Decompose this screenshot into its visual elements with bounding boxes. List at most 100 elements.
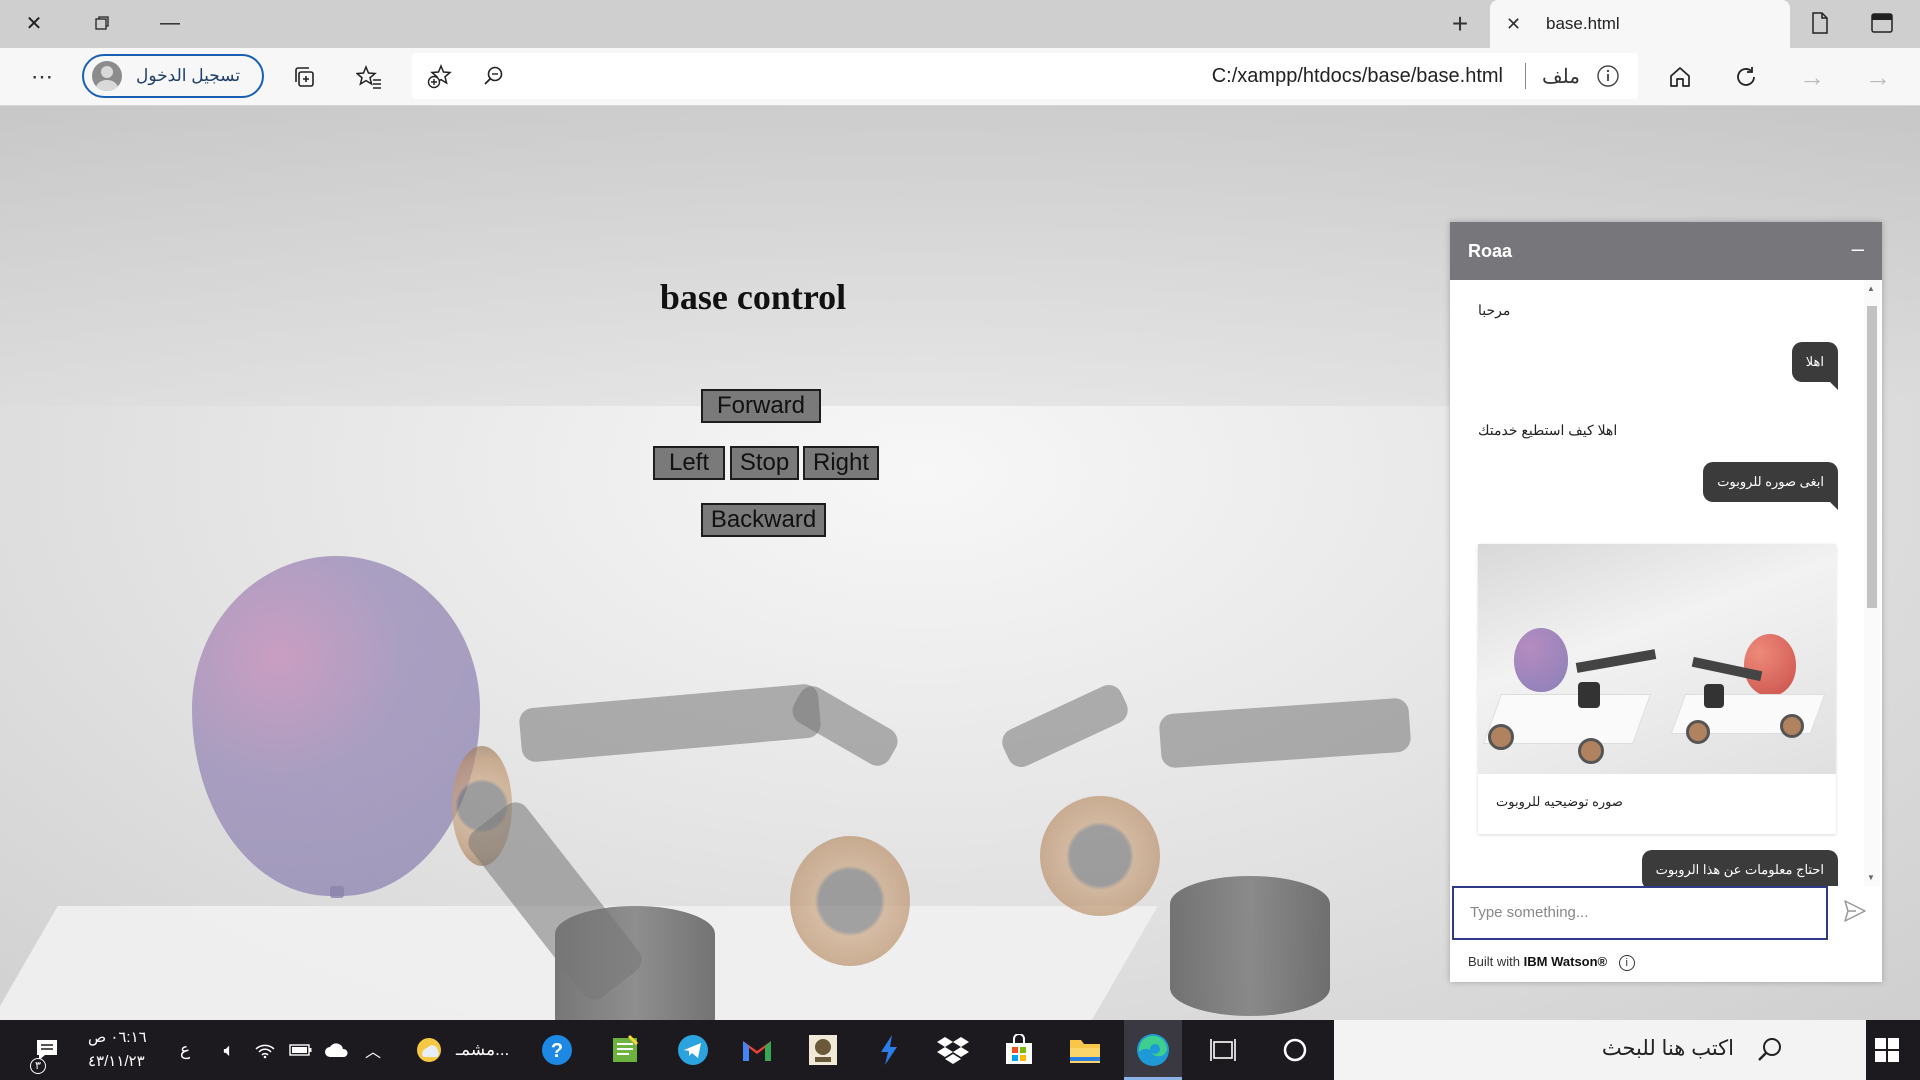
scroll-thumb[interactable] (1867, 306, 1877, 608)
help-app-icon[interactable]: ? (538, 1031, 576, 1069)
add-favorite-icon[interactable] (420, 56, 460, 96)
dropbox-icon[interactable] (934, 1031, 972, 1069)
bot-message: اهلا كيف استطيع خدمتك (1478, 422, 1618, 438)
onedrive-icon[interactable] (318, 1031, 356, 1069)
info-icon[interactable]: i (1618, 955, 1635, 971)
taskbar: ٣ ٠٦:١٦ ص ٤٣/١١/٢٣ ع 🔈︎ ︿ مشمـ... ? اكتب… (0, 1020, 1920, 1080)
url-separator (1525, 63, 1526, 89)
svg-text:?: ? (551, 1040, 563, 1062)
image-balloon-purple (1514, 628, 1568, 692)
search-icon (1756, 1036, 1784, 1069)
background-balloon (192, 556, 480, 896)
background-robot-arm (518, 683, 822, 763)
title-bar: ✕ — + ✕ base.html (0, 0, 1920, 48)
send-icon[interactable] (1842, 898, 1872, 928)
language-indicator[interactable]: ع (180, 1040, 190, 1060)
minimize-chat-icon[interactable]: – (1852, 236, 1864, 262)
image-caption: صوره توضيحيه للروبوت (1496, 794, 1623, 809)
page-title: base control (659, 277, 847, 317)
weather-label[interactable]: مشمـ... (456, 1040, 509, 1060)
tab-close-icon[interactable]: ✕ (1506, 14, 1528, 35)
cortana-icon[interactable] (1276, 1031, 1314, 1069)
tab-title: base.html (1546, 14, 1620, 33)
minimize-window-icon[interactable]: — (140, 0, 200, 46)
close-window-icon[interactable]: ✕ (4, 0, 64, 46)
chat-widget: Roaa – مرحبا اهلا اهلا كيف استطيع خدمتك … (1450, 222, 1882, 982)
user-message: ابغى صوره للروبوت (1703, 462, 1838, 510)
background-robot-arm (1158, 697, 1412, 769)
store-icon[interactable] (1000, 1031, 1038, 1069)
background-wheel (1040, 796, 1160, 916)
page-icon[interactable] (1790, 0, 1850, 46)
stop-button[interactable]: Stop (730, 446, 799, 480)
background-robot-gripper (787, 681, 903, 771)
image-balloon-red (1744, 634, 1796, 696)
gmail-icon[interactable] (738, 1031, 776, 1069)
taskbar-search[interactable]: اكتب هنا للبحث (1334, 1020, 1866, 1080)
notepad-app-icon[interactable] (606, 1031, 644, 1069)
built-with-footer: Built with IBM Watson® i (1468, 954, 1635, 971)
clock-time[interactable]: ٠٦:١٦ ص (88, 1028, 147, 1046)
windows-start-icon[interactable] (1868, 1031, 1906, 1069)
scroll-down-icon[interactable]: ▼ (1867, 873, 1875, 882)
signin-button[interactable]: تسجيل الدخول (82, 54, 264, 98)
chat-messages: مرحبا اهلا اهلا كيف استطيع خدمتك ابغى صو… (1450, 280, 1882, 886)
site-info-icon[interactable] (1588, 56, 1628, 96)
web-page: base control Forward Left Stop Right Bac… (0, 106, 1920, 1020)
image-wheel (1488, 724, 1514, 750)
zoom-icon[interactable] (474, 56, 514, 96)
user-message: احتاج معلومات عن هذا الروبوت (1641, 850, 1838, 886)
file-explorer-icon[interactable] (1066, 1031, 1104, 1069)
chevron-up-icon[interactable]: ︿ (354, 1031, 392, 1069)
built-with-label: Built with (1468, 954, 1521, 969)
robot-image-card[interactable]: صوره توضيحيه للروبوت (1478, 544, 1836, 834)
image-robot-base (1704, 684, 1724, 708)
task-view-icon[interactable] (1204, 1031, 1242, 1069)
background-balloon-knot (330, 886, 344, 898)
backward-button[interactable]: Backward (701, 503, 826, 537)
battery-icon[interactable] (282, 1031, 320, 1069)
background-robot-base (1170, 876, 1330, 1016)
url-text: C:/xampp/htdocs/base/base.html (1211, 65, 1503, 87)
image-wheel (1578, 738, 1604, 764)
left-button[interactable]: Left (653, 446, 725, 480)
url-scheme-label: ملف (1541, 66, 1580, 88)
back-arrow-icon[interactable]: → (1792, 57, 1832, 97)
wifi-icon[interactable] (246, 1031, 284, 1069)
image-wheel (1780, 714, 1804, 738)
user-message: اهلا (1791, 342, 1839, 390)
home-icon[interactable] (1660, 57, 1700, 97)
restore-window-icon[interactable] (72, 0, 132, 46)
image-wheel (1686, 720, 1710, 744)
robot-image (1478, 544, 1836, 774)
image-robot-base (1578, 682, 1600, 708)
built-with-brand: IBM Watson® (1523, 954, 1608, 969)
chat-input[interactable]: Type something... (1452, 886, 1828, 940)
university-app-icon[interactable] (804, 1031, 842, 1069)
tab-base-html[interactable]: ✕ base.html (1490, 0, 1790, 48)
address-bar[interactable]: C:/xampp/htdocs/base/base.html ملف (412, 53, 1638, 99)
forward-arrow-icon[interactable]: → (1858, 57, 1898, 97)
image-robot-arm (1575, 649, 1657, 673)
favorites-icon[interactable] (349, 57, 389, 97)
new-tab-button[interactable]: + (1440, 4, 1480, 44)
chat-scrollbar[interactable]: ▲ ▼ (1864, 280, 1880, 886)
clock-date[interactable]: ٤٣/١١/٢٣ (88, 1052, 145, 1070)
notification-count: ٣ (30, 1058, 46, 1074)
tab-actions-icon[interactable] (1852, 0, 1912, 46)
telegram-icon[interactable] (674, 1031, 712, 1069)
app-bolt-icon[interactable] (870, 1031, 908, 1069)
edge-icon[interactable] (1134, 1031, 1172, 1069)
signin-label: تسجيل الدخول (136, 66, 241, 85)
volume-icon[interactable]: 🔈︎ (210, 1031, 248, 1069)
chat-title: Roaa (1468, 241, 1513, 261)
refresh-icon[interactable] (1726, 57, 1766, 97)
scroll-up-icon[interactable]: ▲ (1867, 284, 1875, 293)
more-options-icon[interactable]: ⋯ (22, 57, 62, 97)
browser-toolbar: ⋯ تسجيل الدخول C:/xampp/htdocs/base/base… (0, 48, 1920, 106)
weather-icon[interactable] (410, 1031, 448, 1069)
forward-button[interactable]: Forward (701, 389, 821, 423)
chat-header: Roaa – (1450, 222, 1882, 280)
collections-icon[interactable] (284, 57, 324, 97)
right-button[interactable]: Right (803, 446, 879, 480)
